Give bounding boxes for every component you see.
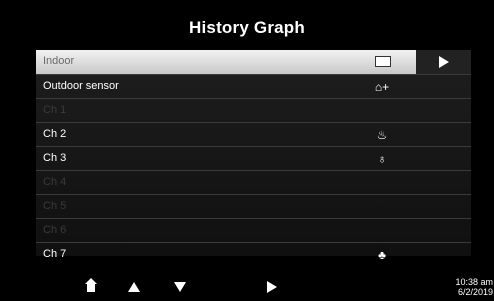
list-item-label: Ch 7: [43, 248, 67, 260]
clock-time: 10:38 am: [455, 277, 493, 287]
list-item-label: Ch 1: [43, 104, 67, 116]
list-item-indoor[interactable]: Indoor: [36, 50, 471, 74]
page-title: History Graph: [189, 18, 305, 37]
list-item-ch6: Ch 6: [36, 218, 471, 242]
list-item-label: Indoor: [43, 55, 75, 67]
list-item-label: Ch 6: [43, 224, 67, 236]
list-item-label: Ch 4: [43, 176, 67, 188]
list-item-label: Ch 5: [43, 200, 67, 212]
list-item-ch3[interactable]: Ch 3 ♁: [36, 146, 471, 170]
plant-sensor-icon: ♣: [378, 248, 386, 262]
list-item-ch5: Ch 5: [36, 194, 471, 218]
open-graph-button[interactable]: [416, 50, 471, 74]
channel-list: Indoor Outdoor sensor ⌂+ Ch 1 Ch 2 ♨ Ch …: [36, 50, 471, 262]
list-item-label: Outdoor sensor: [43, 80, 119, 92]
home-icon[interactable]: [85, 278, 97, 294]
clock-date: 6/2/2019: [457, 287, 493, 297]
list-item-label: Ch 3: [43, 152, 67, 164]
scroll-up-icon[interactable]: [128, 282, 140, 292]
list-item-outdoor-sensor[interactable]: Outdoor sensor ⌂+: [36, 74, 471, 98]
scroll-down-icon[interactable]: [174, 282, 186, 292]
indoor-sensor-icon: [375, 56, 391, 67]
list-item-label: Ch 2: [43, 128, 67, 140]
home-base: [87, 284, 95, 292]
clock: 10:38 am 6/2/2019: [445, 277, 493, 297]
list-item-ch2[interactable]: Ch 2 ♨: [36, 122, 471, 146]
list-item-ch7[interactable]: Ch 7 ♣: [36, 242, 471, 266]
bottom-bar: 10:38 am 6/2/2019: [0, 276, 494, 301]
list-item-ch4: Ch 4: [36, 170, 471, 194]
play-icon: [439, 56, 449, 68]
hygrometer-sensor-icon: ♨: [376, 128, 388, 142]
probe-sensor-icon: ♁: [377, 152, 387, 166]
next-icon[interactable]: [267, 281, 277, 293]
list-item-ch1: Ch 1: [36, 98, 471, 122]
outdoor-sensor-icon: ⌂+: [374, 80, 390, 94]
